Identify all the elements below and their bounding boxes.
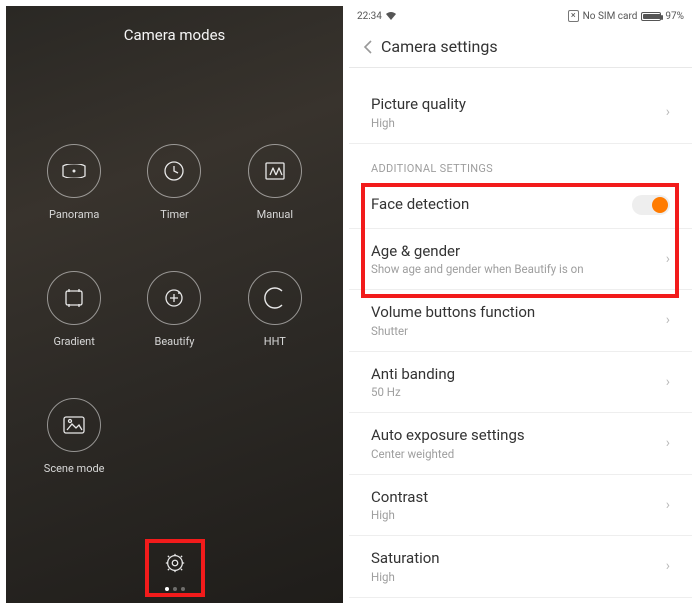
hht-icon — [248, 271, 302, 325]
mode-label: Timer — [160, 208, 188, 221]
page-indicator — [165, 587, 185, 591]
row-volume-buttons[interactable]: Volume buttons function Shutter › — [349, 290, 692, 352]
mode-gradient[interactable]: Gradient — [24, 271, 124, 348]
mode-manual[interactable]: Manual — [225, 144, 325, 221]
mode-panorama[interactable]: Panorama — [24, 144, 124, 221]
chevron-left-icon — [363, 39, 373, 55]
chevron-right-icon: › — [666, 104, 670, 120]
no-sim-icon: × — [568, 10, 579, 22]
mode-label: Manual — [257, 208, 293, 221]
status-time: 22:34 — [357, 11, 382, 22]
chevron-right-icon: › — [666, 312, 670, 328]
mode-label: HHT — [264, 335, 286, 348]
face-detection-toggle[interactable] — [632, 195, 670, 215]
back-button[interactable] — [363, 39, 373, 55]
manual-icon — [248, 144, 302, 198]
battery-icon — [641, 12, 661, 21]
chevron-right-icon: › — [666, 435, 670, 451]
row-anti-banding[interactable]: Anti banding 50 Hz › — [349, 352, 692, 414]
gradient-icon — [47, 271, 101, 325]
row-age-gender[interactable]: Age & gender Show age and gender when Be… — [349, 229, 692, 291]
chevron-right-icon: › — [666, 497, 670, 513]
mode-beautify[interactable]: Beautify — [124, 271, 224, 348]
settings-title: Camera settings — [381, 37, 498, 56]
settings-header: Camera settings — [349, 26, 692, 68]
panorama-icon — [47, 144, 101, 198]
row-saturation[interactable]: Saturation High › — [349, 536, 692, 598]
camera-settings-panel: 22:34 × No SIM card 97% Camera settings … — [349, 6, 692, 603]
wifi-icon — [386, 12, 396, 20]
settings-list: Picture quality High › ADDITIONAL SETTIN… — [349, 68, 692, 603]
status-bar: 22:34 × No SIM card 97% — [349, 6, 692, 26]
row-auto-exposure[interactable]: Auto exposure settings Center weighted › — [349, 413, 692, 475]
mode-label: Beautify — [154, 335, 194, 348]
gear-icon — [164, 552, 186, 574]
camera-modes-title: Camera modes — [6, 6, 343, 44]
row-contrast[interactable]: Contrast High › — [349, 475, 692, 537]
mode-hht[interactable]: HHT — [225, 271, 325, 348]
camera-modes-grid: Panorama Timer — [6, 144, 343, 475]
chevron-right-icon: › — [666, 374, 670, 390]
camera-settings-button[interactable] — [159, 547, 191, 579]
chevron-right-icon: › — [666, 251, 670, 267]
chevron-right-icon: › — [666, 558, 670, 574]
scene-icon — [47, 398, 101, 452]
battery-percent: 97% — [665, 11, 684, 22]
mode-label: Gradient — [53, 335, 94, 348]
row-face-detection[interactable]: Face detection — [349, 182, 692, 229]
mode-scene[interactable]: Scene mode — [24, 398, 124, 475]
beautify-icon — [147, 271, 201, 325]
sim-status: No SIM card — [583, 11, 638, 22]
timer-icon — [147, 144, 201, 198]
mode-timer[interactable]: Timer — [124, 144, 224, 221]
camera-modes-panel: Camera modes Panorama — [6, 6, 343, 603]
mode-label: Panorama — [49, 208, 99, 221]
mode-label: Scene mode — [44, 462, 105, 475]
section-additional-settings: ADDITIONAL SETTINGS — [349, 144, 692, 182]
row-picture-quality[interactable]: Picture quality High › — [349, 82, 692, 144]
